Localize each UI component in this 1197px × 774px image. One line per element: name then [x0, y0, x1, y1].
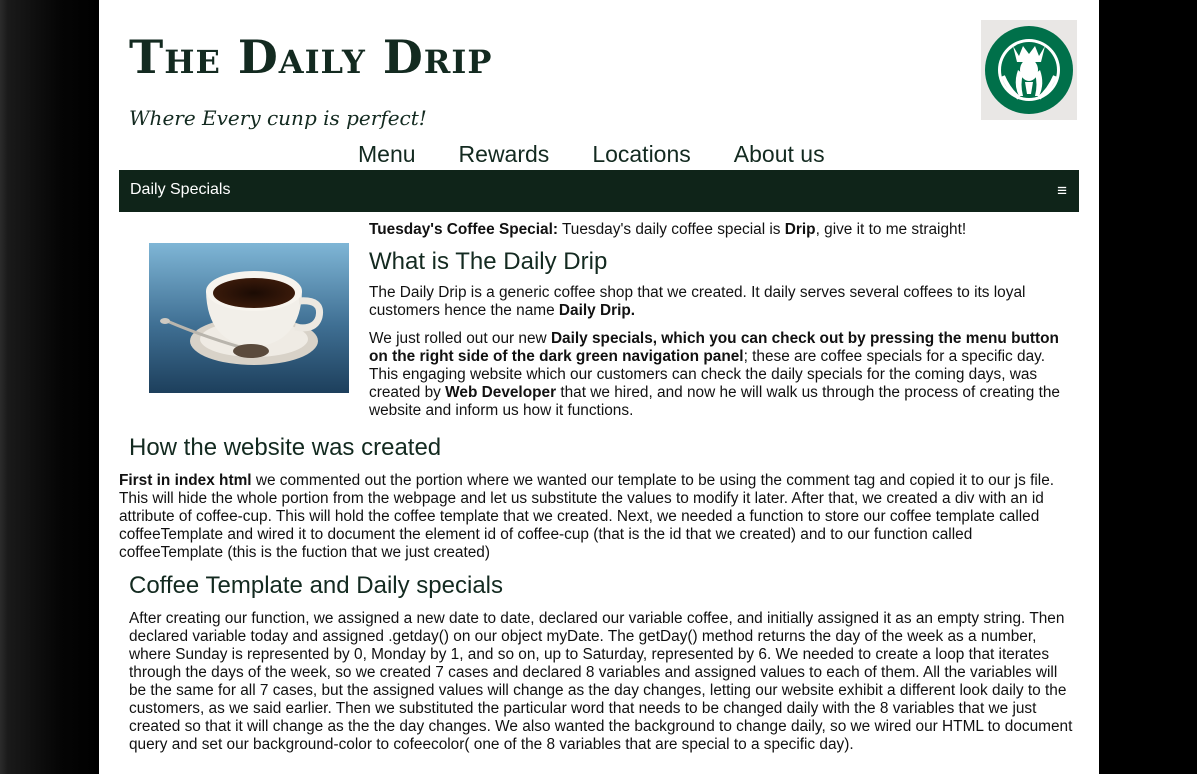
what-p2-bold2: Web Developer	[445, 384, 557, 401]
nav-locations-link[interactable]: Locations	[592, 141, 690, 168]
coffee-cup-photo	[149, 243, 349, 393]
hamburger-menu-icon[interactable]: ≡	[1057, 182, 1067, 199]
how-text: we commented out the portion where we wa…	[119, 472, 1055, 561]
nav-menu-link[interactable]: Menu	[358, 141, 416, 168]
what-paragraph-1: The Daily Drip is a generic coffee shop …	[369, 284, 1069, 320]
what-p2-before: We just rolled out our new	[369, 330, 551, 347]
what-p1-bold: Daily Drip.	[558, 302, 636, 319]
intro-column: Tuesday's Coffee Special: Tuesday's dail…	[369, 221, 1069, 420]
nav-about-link[interactable]: About us	[734, 141, 825, 168]
special-coffee-name: Drip	[784, 221, 816, 238]
template-paragraph: After creating our function, we assigned…	[129, 610, 1073, 753]
how-heading: How the website was created	[129, 434, 442, 461]
what-p1-text: The Daily Drip is a generic coffee shop …	[369, 284, 1026, 319]
web-page: The Daily Drip Where Every cunp is perfe…	[99, 0, 1099, 774]
what-paragraph-2: We just rolled out our new Daily special…	[369, 330, 1069, 420]
special-text-before: Tuesday's daily coffee special is	[557, 221, 785, 238]
site-tagline: Where Every cunp is perfect!	[129, 106, 427, 130]
daily-special-line: Tuesday's Coffee Special: Tuesday's dail…	[369, 221, 1069, 239]
desktop-background	[0, 0, 99, 774]
main-nav: Menu Rewards Locations About us	[358, 141, 825, 168]
special-text-after: , give it to me straight!	[815, 221, 967, 238]
daily-specials-label[interactable]: Daily Specials	[130, 181, 230, 199]
how-bold: First in index html	[119, 472, 252, 489]
site-title: The Daily Drip	[129, 30, 493, 84]
special-label: Tuesday's Coffee Special:	[369, 221, 558, 238]
nav-rewards-link[interactable]: Rewards	[459, 141, 550, 168]
what-heading: What is The Daily Drip	[369, 248, 608, 275]
how-paragraph: First in index html we commented out the…	[119, 472, 1079, 562]
siren-logo-icon	[981, 20, 1077, 120]
template-heading: Coffee Template and Daily specials	[129, 572, 503, 599]
daily-specials-navbar: Daily Specials ≡	[119, 170, 1079, 212]
